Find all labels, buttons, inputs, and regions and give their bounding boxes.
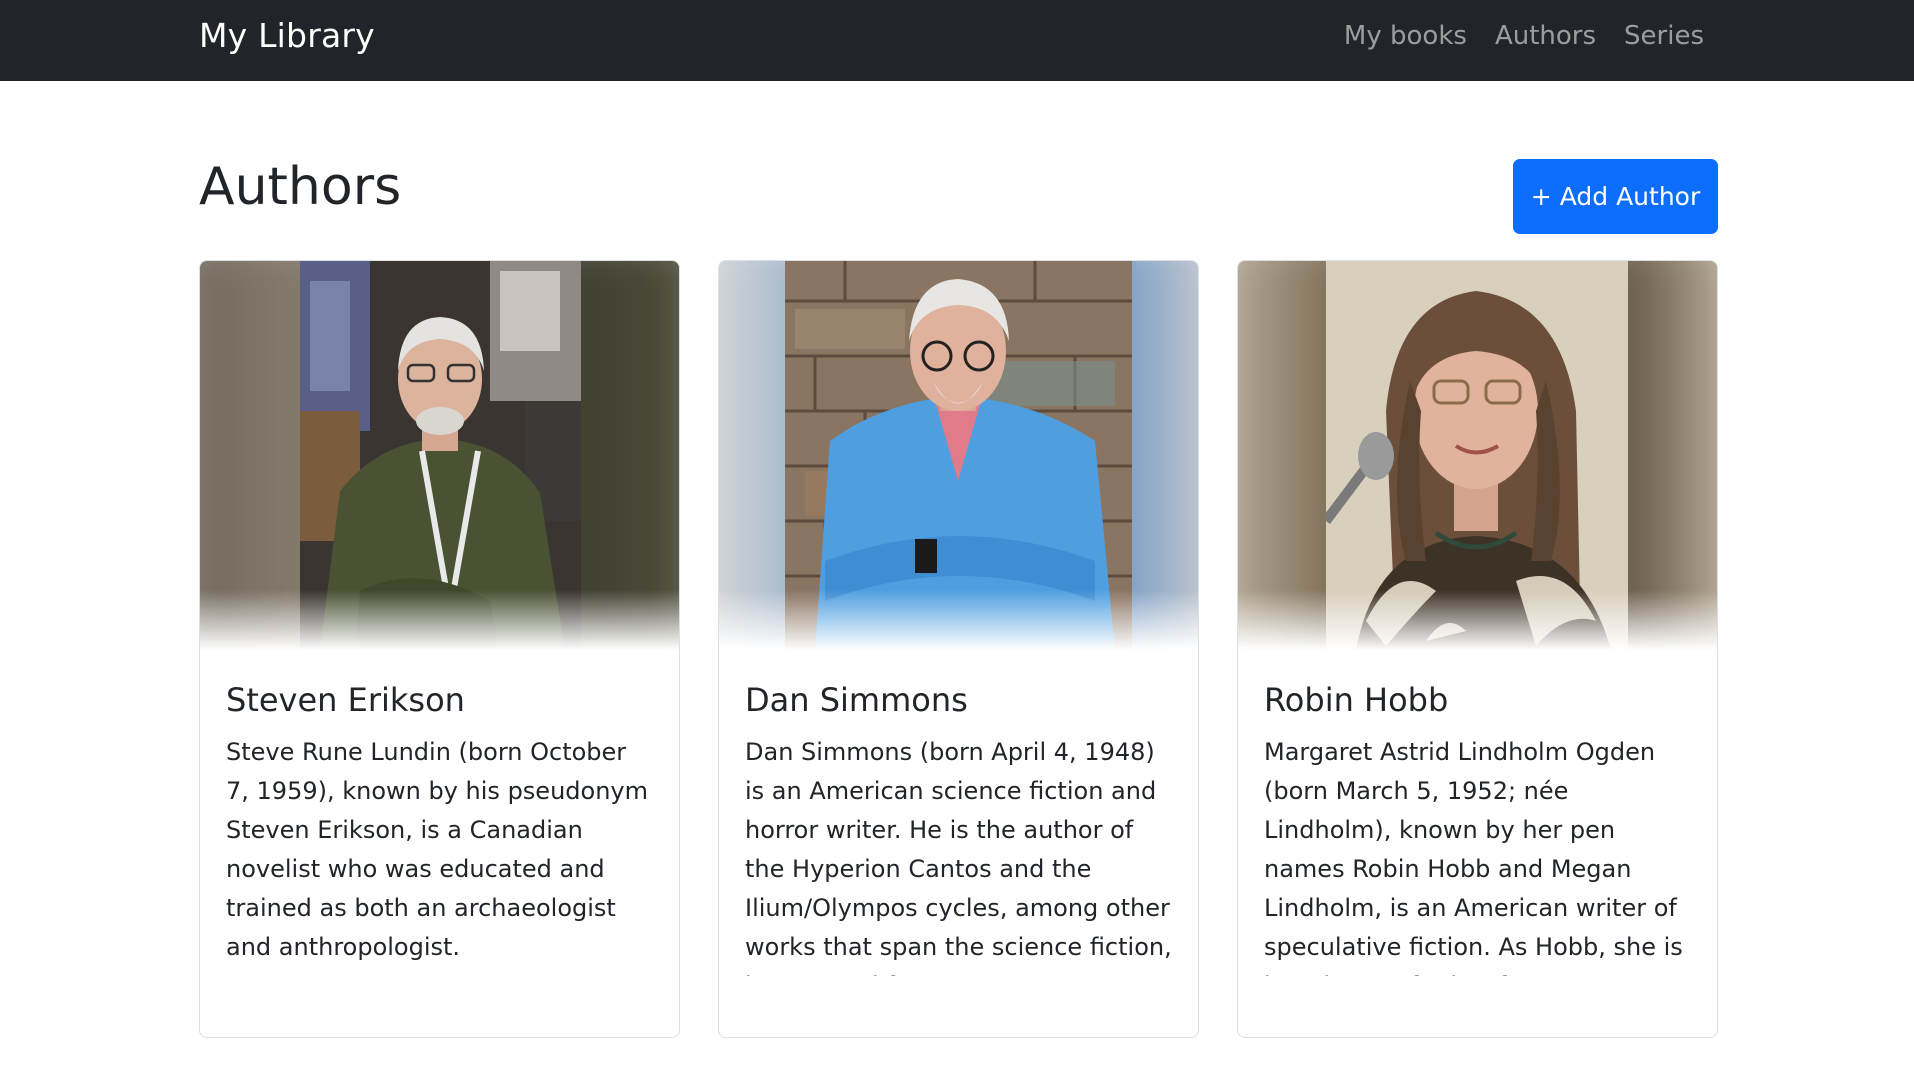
author-name: Steven Erikson [226, 681, 465, 719]
nav-link-my-books[interactable]: My books [1344, 21, 1467, 51]
page-title: Authors [199, 157, 402, 217]
nav-links: My books Authors Series [1316, 0, 1704, 72]
author-photo-area [200, 261, 679, 650]
author-bio: Margaret Astrid Lindholm Ogden (born Mar… [1264, 738, 1683, 976]
nav-link-series[interactable]: Series [1624, 21, 1704, 51]
nav-link-authors[interactable]: Authors [1495, 21, 1596, 51]
author-photo-area [719, 261, 1198, 650]
author-bio: Dan Simmons (born April 4, 1948) is an A… [745, 738, 1172, 976]
author-card[interactable]: Robin Hobb Margaret Astrid Lindholm Ogde… [1237, 260, 1718, 1038]
card-body: Robin Hobb Margaret Astrid Lindholm Ogde… [1264, 681, 1694, 976]
brand-link[interactable]: My Library [199, 0, 375, 71]
author-name: Dan Simmons [745, 681, 968, 719]
top-navbar: My Library My books Authors Series [0, 0, 1914, 81]
author-card-grid: Steven Erikson Steve Rune Lundin (born O… [199, 260, 1718, 1038]
add-author-button[interactable]: + Add Author [1513, 159, 1718, 234]
card-body: Dan Simmons Dan Simmons (born April 4, 1… [745, 681, 1175, 976]
photo-fade-overlay [719, 590, 1198, 650]
author-photo-area [1238, 261, 1717, 650]
author-name: Robin Hobb [1264, 681, 1449, 719]
card-body: Steven Erikson Steve Rune Lundin (born O… [226, 681, 656, 967]
author-card[interactable]: Dan Simmons Dan Simmons (born April 4, 1… [718, 260, 1199, 1038]
photo-fade-overlay [1238, 590, 1717, 650]
add-author-label: Add Author [1559, 182, 1701, 211]
author-card[interactable]: Steven Erikson Steve Rune Lundin (born O… [199, 260, 680, 1038]
photo-fade-overlay [200, 590, 679, 650]
plus-icon: + [1530, 182, 1552, 211]
author-bio: Steve Rune Lundin (born October 7, 1959)… [226, 738, 648, 962]
